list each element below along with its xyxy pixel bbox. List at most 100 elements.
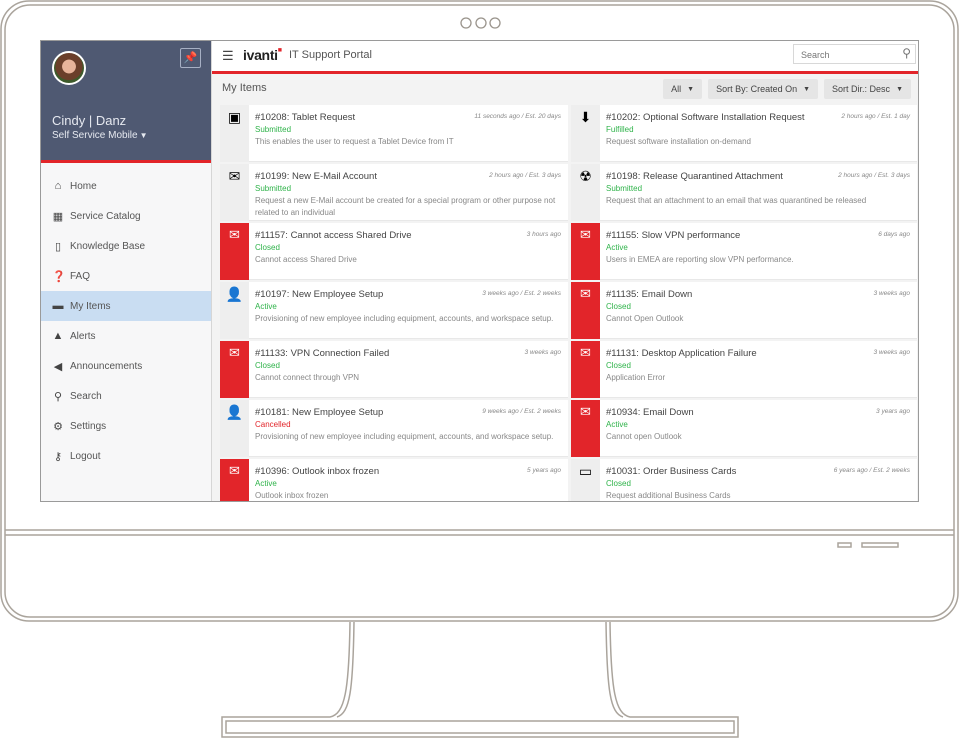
status-badge: Fulfilled: [606, 125, 634, 134]
item-icon-tile: 👤: [220, 400, 249, 457]
item-description: Request additional Business Cards: [606, 491, 731, 500]
item-card[interactable]: ✉ #11135: Email Down 3 weeks ago Closed Cann…: [571, 282, 917, 339]
caret-down-icon: ▼: [896, 85, 903, 93]
home-icon: ⌂: [54, 180, 62, 192]
sidebar-item-knowledge-base[interactable]: ▯ Knowledge Base: [41, 231, 211, 261]
envelope-icon: ✉: [229, 227, 240, 242]
envelope-icon: ✉: [580, 345, 591, 360]
item-card[interactable]: ▭ #10031: Order Business Cards 6 years ago…: [571, 459, 917, 501]
status-badge: Closed: [606, 479, 631, 488]
item-timestamp: 9 weeks ago / Est. 2 weeks: [482, 408, 561, 415]
sidebar-item-label: Announcements: [70, 360, 143, 372]
filter-all-dropdown[interactable]: All ▼: [663, 79, 703, 99]
item-card[interactable]: ✉ #10934: Email Down 3 years ago Active Cann…: [571, 400, 917, 457]
item-icon-tile: ✉: [220, 164, 249, 221]
caret-down-icon: ▼: [803, 85, 811, 93]
status-badge: Cancelled: [255, 420, 291, 429]
item-description: Provisioning of new employee including e…: [255, 314, 554, 323]
sidebar-item-label: Service Catalog: [70, 210, 141, 222]
sidebar-item-my-items[interactable]: ▬ My Items: [41, 291, 211, 321]
sidebar-item-label: FAQ: [70, 270, 91, 282]
sidebar-item-settings[interactable]: ⚙ Settings: [41, 411, 211, 441]
item-description: Request a new E-Mail account be created …: [255, 196, 556, 217]
sidebar-item-alerts[interactable]: ▲ Alerts: [41, 321, 211, 351]
item-icon-tile: 👤: [220, 282, 249, 339]
item-title: #10934: Email Down: [606, 407, 694, 418]
sidebar-item-home[interactable]: ⌂ Home: [41, 171, 211, 201]
role-selector[interactable]: Self Service Mobile ▼: [52, 130, 148, 141]
filter-bar: All ▼ Sort By: Created On ▼ Sort Dir.: Des…: [663, 79, 911, 99]
page-title: My Items: [222, 82, 267, 94]
folder-icon: ▬: [52, 300, 64, 312]
book-icon: ▯: [54, 240, 62, 253]
sidebar-nav: ⌂ Home ▦ Service Catalog ▯ Knowledge Base ❓ FAQ…: [41, 163, 211, 471]
item-title: #11131: Desktop Application Failure: [606, 348, 757, 359]
quarantine-icon: ☢: [579, 168, 592, 184]
faq-icon: ❓: [52, 270, 66, 283]
item-timestamp: 5 years ago: [527, 467, 561, 474]
pin-button[interactable]: 📌: [180, 48, 201, 68]
brand-logo: ivanti■: [243, 47, 282, 63]
item-timestamp: 3 hours ago: [526, 231, 561, 238]
search-icon[interactable]: ⚲: [902, 46, 911, 60]
item-card[interactable]: 👤 #10197: New Employee Setup 3 weeks ago /…: [220, 282, 568, 339]
profile-panel: 📌 Cindy | Danz Self Service Mobile ▼: [41, 41, 211, 163]
item-description: Request software installation on-demand: [606, 137, 751, 146]
sidebar-item-announcements[interactable]: ◀ Announcements: [41, 351, 211, 381]
item-card[interactable]: ✉ #11131: Desktop Application Failure 3 we…: [571, 341, 917, 398]
item-card[interactable]: ✉ #11157: Cannot access Shared Drive 3 hou…: [220, 223, 568, 280]
item-timestamp: 6 days ago: [878, 231, 910, 238]
item-description: Request that an attachment to an email t…: [606, 196, 867, 205]
sidebar-item-faq[interactable]: ❓ FAQ: [41, 261, 211, 291]
item-icon-tile: ✉: [220, 341, 249, 398]
item-description: Application Error: [606, 373, 666, 382]
gear-icon: ⚙: [53, 420, 63, 433]
item-icon-tile: ☢: [571, 164, 600, 221]
avatar[interactable]: [52, 51, 86, 85]
sort-by-dropdown[interactable]: Sort By: Created On ▼: [708, 79, 819, 99]
item-title: #11133: VPN Connection Failed: [255, 348, 390, 359]
employee-icon: 👤: [225, 286, 244, 302]
sidebar: 📌 Cindy | Danz Self Service Mobile ▼ ⌂ Hom…: [41, 41, 212, 501]
item-title: #10199: New E-Mail Account: [255, 171, 377, 182]
item-icon-tile: ✉: [220, 459, 249, 501]
caret-down-icon: ▼: [687, 85, 695, 93]
item-card[interactable]: 👤 #10181: New Employee Setup 9 weeks ago /…: [220, 400, 568, 457]
item-title: #10181: New Employee Setup: [255, 407, 384, 418]
sidebar-item-service-catalog[interactable]: ▦ Service Catalog: [41, 201, 211, 231]
megaphone-icon: ◀: [53, 360, 63, 373]
item-card[interactable]: ✉ #10396: Outlook inbox frozen 5 years ago…: [220, 459, 568, 501]
software-icon: ⬇: [579, 109, 592, 125]
brand-name: ivanti: [243, 47, 278, 63]
app-screen: 📌 Cindy | Danz Self Service Mobile ▼ ⌂ Hom…: [40, 40, 919, 502]
tablet-icon: ▣: [227, 109, 242, 125]
item-icon-tile: ✉: [571, 282, 600, 339]
item-timestamp: 3 weeks ago: [873, 290, 911, 297]
item-card[interactable]: ✉ #10199: New E-Mail Account 2 hours ago /…: [220, 164, 568, 221]
sort-dir-dropdown[interactable]: Sort Dir.: Desc ▼: [824, 79, 911, 99]
envelope-icon: ✉: [229, 345, 240, 360]
sidebar-item-search[interactable]: ⚲ Search: [41, 381, 211, 411]
sidebar-item-label: Knowledge Base: [70, 240, 146, 252]
sidebar-item-label: Alerts: [70, 330, 96, 342]
grid-icon: ▦: [52, 210, 64, 223]
status-badge: Active: [606, 420, 628, 429]
item-timestamp: 3 years ago: [876, 408, 910, 415]
brand-dot: ■: [277, 47, 282, 54]
filter-label: Sort By: Created On: [716, 84, 798, 94]
item-card[interactable]: ☢ #10198: Release Quarantined Attachment 2…: [571, 164, 917, 221]
search-icon: ⚲: [53, 390, 63, 403]
item-title: #10208: Tablet Request: [255, 112, 356, 123]
item-timestamp: 3 weeks ago: [873, 349, 911, 356]
search-input[interactable]: [799, 46, 898, 64]
item-card[interactable]: ✉ #11133: VPN Connection Failed 3 weeks ag…: [220, 341, 568, 398]
item-card[interactable]: ▣ #10208: Tablet Request 11 seconds ago / …: [220, 105, 568, 162]
envelope-icon: ✉: [580, 404, 591, 419]
sidebar-item-logout[interactable]: ⚷ Logout: [41, 441, 211, 471]
item-icon-tile: ⬇: [571, 105, 600, 162]
hamburger-menu-icon[interactable]: ☰: [222, 48, 234, 64]
item-card[interactable]: ⬇ #10202: Optional Software Installation …: [571, 105, 917, 162]
item-timestamp: 2 hours ago / Est. 3 days: [838, 172, 910, 179]
item-title: #11135: Email Down: [606, 289, 693, 300]
item-card[interactable]: ✉ #11155: Slow VPN performance 6 days ago A…: [571, 223, 917, 280]
